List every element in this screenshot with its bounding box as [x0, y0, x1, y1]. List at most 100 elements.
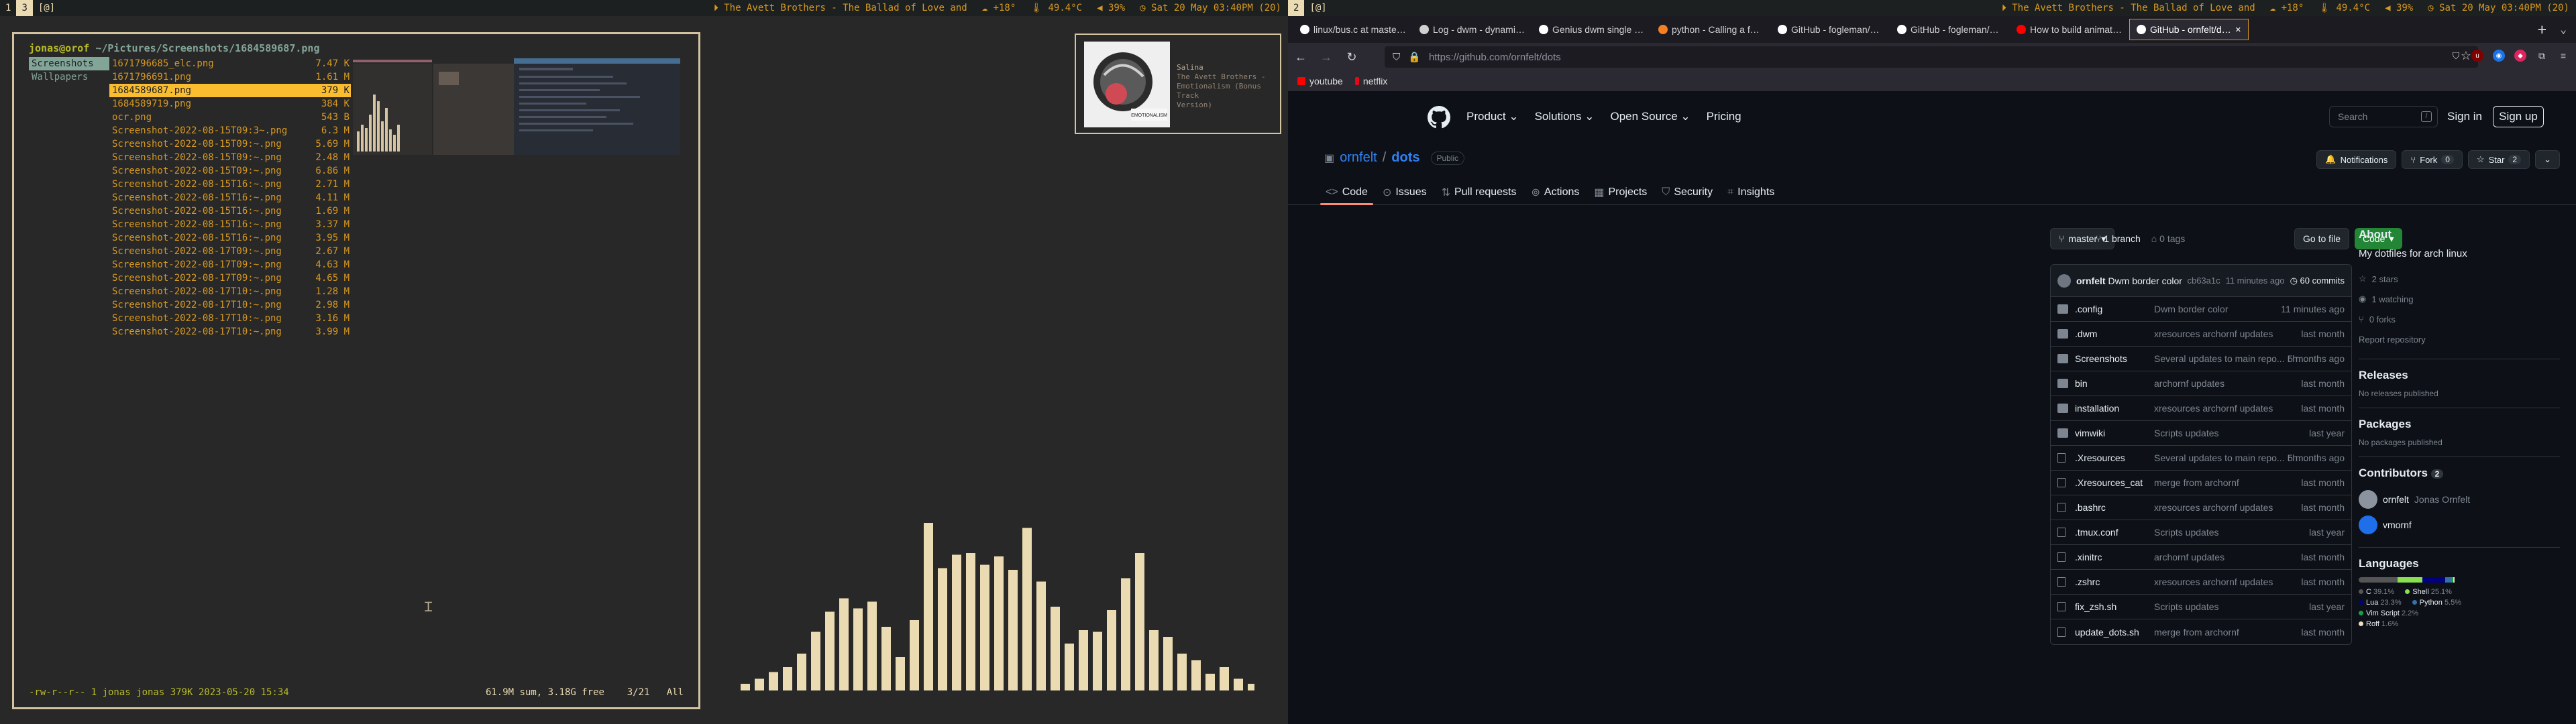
tag-2-active[interactable]: 2	[1288, 0, 1305, 16]
table-row[interactable]: .xinitrc archornf updates last month	[2051, 545, 2351, 570]
commits-link[interactable]: ◷ 60 commits	[2290, 276, 2345, 286]
contributors-heading[interactable]: Contributors 2	[2359, 467, 2560, 480]
commit-hash[interactable]: cb63a1c	[2187, 276, 2220, 286]
sign-in-link[interactable]: Sign in	[2447, 110, 2482, 123]
file-name-link[interactable]: Screenshots	[2075, 353, 2161, 364]
menu-icon[interactable]: ≡	[2557, 50, 2569, 62]
url-text[interactable]: https://github.com/ornfelt/dots	[1429, 52, 1561, 63]
back-arrow-icon[interactable]: ←	[1288, 44, 1313, 70]
browser-tab[interactable]: GitHub - fogleman/primi	[1890, 19, 2010, 40]
contributor-item[interactable]: ornfelt Jonas Ornfelt	[2359, 487, 2560, 512]
file-entry[interactable]: Screenshot-2022-08-15T09:~.png 6.86 M	[109, 164, 351, 178]
browser-tab[interactable]: How to build animated &	[2010, 19, 2129, 40]
browser-tab[interactable]: Log - dwm - dynamic window	[1413, 19, 1532, 40]
dir-entry[interactable]: Screenshots	[29, 57, 109, 70]
file-entry[interactable]: 1684589687.png 379 K	[109, 84, 351, 97]
file-name-link[interactable]: .config	[2075, 304, 2161, 314]
contributor-item[interactable]: vmornf	[2359, 512, 2560, 538]
file-entry[interactable]: Screenshot-2022-08-17T09:~.png 4.65 M	[109, 272, 351, 285]
tab-security[interactable]: ⛉ Security	[1662, 180, 1713, 205]
table-row[interactable]: vimwiki Scripts updates last year	[2051, 421, 2351, 446]
github-logo-icon[interactable]	[1428, 106, 1450, 129]
commit-message-link[interactable]: xresources archornf updates	[2154, 403, 2308, 414]
commit-message-link[interactable]: Several updates to main repo... I have u…	[2154, 353, 2308, 364]
lf-file-manager-window[interactable]: jonas@orof ~/Pictures/Screenshots/168458…	[12, 32, 700, 709]
table-row[interactable]: .dwm xresources archornf updates last mont…	[2051, 322, 2351, 347]
nav-product[interactable]: Product ⌄	[1466, 110, 1519, 123]
file-entry[interactable]: Screenshot-2022-08-17T10:~.png 3.99 M	[109, 325, 351, 339]
sign-up-button[interactable]: Sign up	[2493, 106, 2544, 127]
report-repository-link[interactable]: Report repository	[2359, 329, 2560, 349]
layout-indicator[interactable]: [@]	[1304, 0, 1332, 16]
file-entry[interactable]: Screenshot-2022-08-17T09:~.png 4.63 M	[109, 258, 351, 272]
ublock-icon[interactable]: u	[2471, 50, 2483, 62]
commit-message-link[interactable]: xresources archornf updates	[2154, 577, 2308, 587]
new-tab-button[interactable]: +	[2538, 21, 2546, 38]
nav-open-source[interactable]: Open Source ⌄	[1611, 110, 1690, 123]
browser-tab[interactable]: python - Calling a function	[1652, 19, 1771, 40]
browser-tab[interactable]: linux/bus.c at master · tor	[1293, 19, 1413, 40]
file-name-link[interactable]: .zshrc	[2075, 577, 2161, 587]
file-entry[interactable]: Screenshot-2022-08-15T16:~.png 3.95 M	[109, 231, 351, 245]
bookmark-netflix[interactable]: netflix	[1354, 76, 1387, 86]
file-entry[interactable]: Screenshot-2022-08-15T09:~.png 5.69 M	[109, 137, 351, 151]
browser-tab[interactable]: GitHub - ornfelt/dots: My ✕	[2129, 19, 2249, 40]
commit-message-link[interactable]: xresources archornf updates	[2154, 502, 2308, 513]
star-button[interactable]: ☆ Star 2	[2467, 150, 2530, 169]
commit-message-link[interactable]: xresources archornf updates	[2154, 328, 2308, 339]
forward-arrow-icon[interactable]: →	[1313, 44, 1339, 70]
repo-name-link[interactable]: dots	[1391, 150, 1419, 166]
table-row[interactable]: Screenshots Several updates to main repo.…	[2051, 347, 2351, 371]
file-name-link[interactable]: .Xresources	[2075, 452, 2161, 463]
table-row[interactable]: .zshrc xresources archornf updates last mo…	[2051, 570, 2351, 595]
browser-tab[interactable]: Genius dwm single tagset	[1532, 19, 1652, 40]
language-item[interactable]: C 39.1%	[2359, 588, 2394, 596]
file-entry[interactable]: Screenshot-2022-08-15T16:~.png 1.69 M	[109, 204, 351, 218]
file-name-link[interactable]: .Xresources_cat	[2075, 477, 2161, 488]
repo-owner-link[interactable]: ornfelt	[1340, 150, 1377, 166]
table-row[interactable]: fix_zsh.sh Scripts updates last year	[2051, 595, 2351, 619]
bookmark-youtube[interactable]: youtube	[1297, 76, 1343, 86]
file-entry[interactable]: Screenshot-2022-08-17T10:~.png 2.98 M	[109, 298, 351, 312]
tab-issues[interactable]: ⊙ Issues	[1383, 180, 1427, 205]
nav-pricing[interactable]: Pricing	[1707, 110, 1741, 123]
commit-message-link[interactable]: archornf updates	[2154, 552, 2308, 562]
pocket-icon[interactable]: ⛉	[2450, 50, 2462, 62]
fork-button[interactable]: ⑂ Fork 0	[2402, 150, 2463, 169]
watching-link[interactable]: ◉ 1 watching	[2359, 289, 2560, 309]
language-item[interactable]: Python 5.5%	[2412, 599, 2461, 607]
tab-list-button[interactable]: ⌄	[2560, 23, 2567, 36]
language-item[interactable]: Shell 25.1%	[2405, 588, 2452, 596]
tab-code[interactable]: <> Code	[1320, 180, 1373, 205]
language-item[interactable]: Vim Script 2.2%	[2359, 609, 2418, 617]
file-name-link[interactable]: .xinitrc	[2075, 552, 2161, 562]
browser-tab[interactable]: GitHub - fogleman/Craft	[1771, 19, 1890, 40]
commit-message-link[interactable]: Scripts updates	[2154, 601, 2308, 612]
file-name-link[interactable]: .tmux.conf	[2075, 527, 2161, 538]
star-dropdown-button[interactable]: ⌄	[2535, 150, 2560, 169]
packages-heading[interactable]: Packages	[2359, 418, 2560, 431]
branches-link[interactable]: ⑂ 1 branch	[2096, 233, 2141, 244]
file-entry[interactable]: 1684589719.png 384 K	[109, 97, 351, 111]
go-to-file-button[interactable]: Go to file	[2294, 228, 2350, 249]
releases-heading[interactable]: Releases	[2359, 369, 2560, 382]
file-entry[interactable]: Screenshot-2022-08-15T16:~.png 2.71 M	[109, 178, 351, 191]
commit-message-link[interactable]: archornf updates	[2154, 378, 2308, 389]
file-entry[interactable]: Screenshot-2022-08-15T16:~.png 4.11 M	[109, 191, 351, 204]
puzzle-icon[interactable]: ⧉	[2536, 50, 2548, 62]
search-input[interactable]: Search /	[2329, 106, 2438, 127]
file-entry[interactable]: Screenshot-2022-08-17T10:~.png 1.28 M	[109, 285, 351, 298]
avatar[interactable]	[2057, 274, 2071, 288]
table-row[interactable]: update_dots.sh merge from archornf last mo…	[2051, 619, 2351, 644]
table-row[interactable]: installation xresources archornf updates l…	[2051, 396, 2351, 421]
file-entry[interactable]: Screenshot-2022-08-17T09:~.png 2.67 M	[109, 245, 351, 258]
extension-icon[interactable]: ◉	[2493, 50, 2505, 62]
reload-icon[interactable]: ↻	[1339, 44, 1364, 70]
layout-indicator[interactable]: [@]	[33, 0, 60, 16]
file-name-link[interactable]: update_dots.sh	[2075, 627, 2161, 638]
tab-projects[interactable]: ▦ Projects	[1594, 180, 1647, 205]
table-row[interactable]: bin archornf updates last month	[2051, 371, 2351, 396]
table-row[interactable]: .tmux.conf Scripts updates last year	[2051, 520, 2351, 545]
file-entry[interactable]: Screenshot-2022-08-17T10:~.png 3.16 M	[109, 312, 351, 325]
shield-icon[interactable]: ⛉	[1393, 52, 1400, 63]
